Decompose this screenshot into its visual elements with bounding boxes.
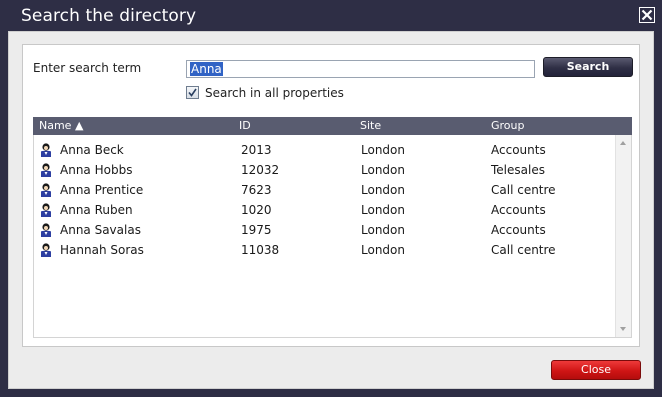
table-row[interactable]: Hannah Soras 11038 London Call centre <box>34 240 615 260</box>
search-term-label: Enter search term <box>33 61 142 75</box>
cell-site: London <box>361 243 405 257</box>
search-all-properties-checkbox[interactable] <box>186 86 199 99</box>
cell-id: 1020 <box>241 203 272 217</box>
cell-name: Hannah Soras <box>60 243 144 257</box>
cell-site: London <box>361 143 405 157</box>
table-row[interactable]: Anna Prentice 7623 London Call centre <box>34 180 615 200</box>
cell-id: 7623 <box>241 183 272 197</box>
dialog-body: Enter search term Anna Search Search in … <box>8 31 654 389</box>
cell-site: London <box>361 183 405 197</box>
table-row[interactable]: Anna Ruben 1020 London Accounts <box>34 200 615 220</box>
close-button[interactable]: Close <box>551 360 641 380</box>
person-icon <box>41 163 51 177</box>
person-icon <box>41 223 51 237</box>
person-icon <box>41 243 51 257</box>
results-table: Anna Beck 2013 London Accounts Anna Hobb… <box>33 135 632 338</box>
search-button[interactable]: Search <box>543 57 633 77</box>
scroll-down-icon[interactable] <box>620 327 626 331</box>
checkmark-icon <box>188 88 197 97</box>
search-all-properties-label: Search in all properties <box>205 86 344 100</box>
dialog-title: Search the directory <box>21 6 197 26</box>
column-header-id[interactable]: ID <box>239 119 251 132</box>
cell-id: 11038 <box>241 243 280 257</box>
table-row[interactable]: Anna Hobbs 12032 London Telesales <box>34 160 615 180</box>
column-header-group[interactable]: Group <box>491 119 525 132</box>
table-row[interactable]: Anna Savalas 1975 London Accounts <box>34 220 615 240</box>
results-table-header: Name ▲ ID Site Group <box>33 117 632 135</box>
vertical-scrollbar[interactable] <box>615 135 631 337</box>
search-input[interactable]: Anna <box>186 60 535 78</box>
cell-group: Call centre <box>491 243 556 257</box>
column-header-name[interactable]: Name ▲ <box>39 119 83 132</box>
cell-group: Accounts <box>491 143 546 157</box>
cell-name: Anna Hobbs <box>60 163 133 177</box>
cell-group: Telesales <box>491 163 545 177</box>
search-directory-dialog: Search the directory Enter search term A… <box>0 0 662 397</box>
cell-id: 1975 <box>241 223 272 237</box>
person-icon <box>41 143 51 157</box>
cell-site: London <box>361 163 405 177</box>
search-input-value: Anna <box>190 62 223 76</box>
close-x-icon[interactable] <box>639 7 655 23</box>
cell-id: 12032 <box>241 163 280 177</box>
cell-site: London <box>361 223 405 237</box>
cell-name: Anna Prentice <box>60 183 144 197</box>
cell-name: Anna Ruben <box>60 203 133 217</box>
person-icon <box>41 203 51 217</box>
cell-group: Accounts <box>491 203 546 217</box>
title-bar: Search the directory <box>0 0 662 32</box>
person-icon <box>41 183 51 197</box>
cell-name: Anna Savalas <box>60 223 141 237</box>
search-panel: Enter search term Anna Search Search in … <box>22 44 640 347</box>
cell-site: London <box>361 203 405 217</box>
table-row[interactable]: Anna Beck 2013 London Accounts <box>34 140 615 160</box>
column-header-site[interactable]: Site <box>360 119 381 132</box>
cell-group: Accounts <box>491 223 546 237</box>
cell-name: Anna Beck <box>60 143 124 157</box>
cell-id: 2013 <box>241 143 272 157</box>
scroll-up-icon[interactable] <box>620 141 626 145</box>
cell-group: Call centre <box>491 183 556 197</box>
